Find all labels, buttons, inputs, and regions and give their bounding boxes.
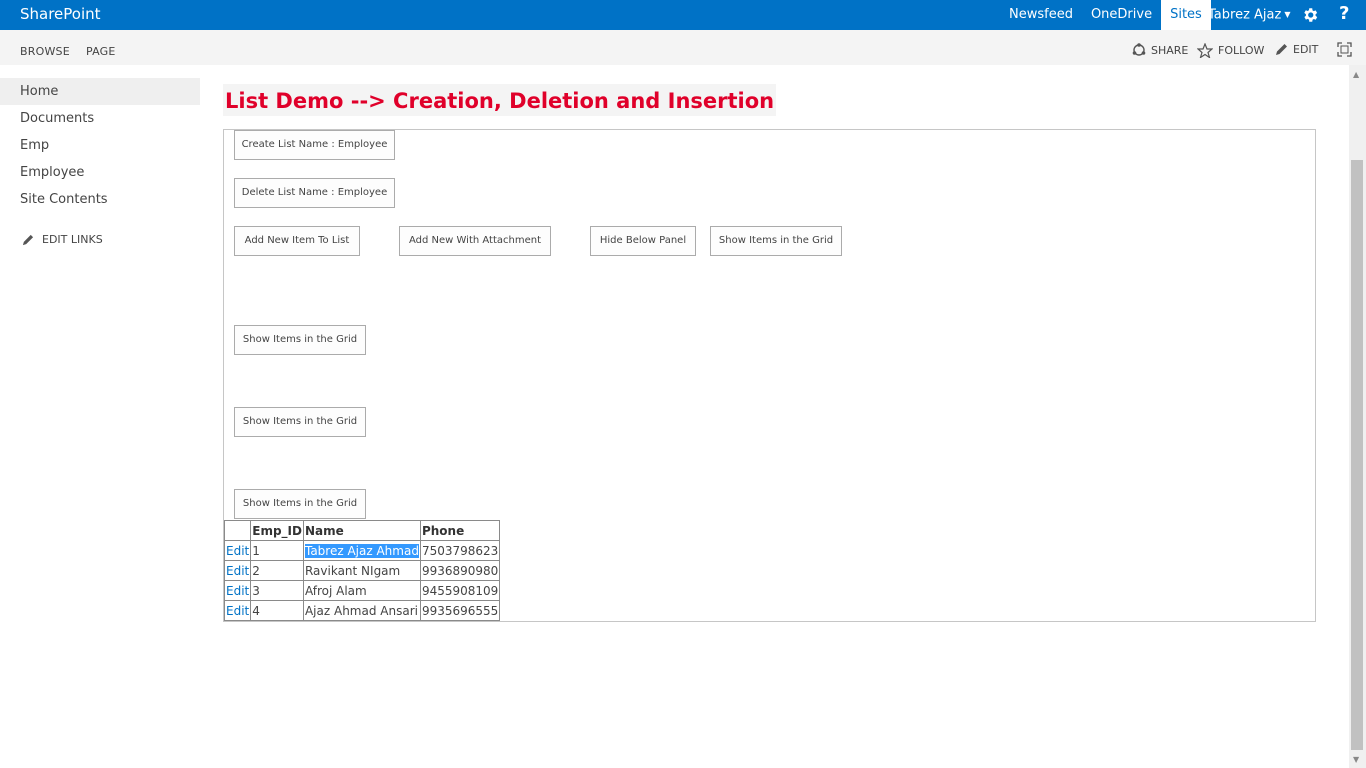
suite-link-onedrive[interactable]: OneDrive (1082, 0, 1161, 30)
ribbon: BROWSE PAGE SHARE FOLLOW EDIT (0, 30, 1366, 65)
sharepoint-brand[interactable]: SharePoint (20, 5, 101, 23)
phone-cell: 9455908109 (419, 580, 501, 601)
chevron-down-icon: ▼ (1284, 10, 1291, 19)
show-grid-button[interactable]: Show Items in the Grid (710, 226, 842, 256)
emp-id-cell: 3 (250, 580, 304, 601)
suite-links: Newsfeed OneDrive Sites (1000, 0, 1211, 30)
focus-on-content-icon[interactable] (1337, 42, 1352, 57)
table-row: Edit 4 Ajaz Ahmad Ansari 9935696555 (223, 600, 501, 621)
edit-link[interactable]: Edit (223, 560, 252, 581)
tab-page[interactable]: PAGE (86, 45, 116, 58)
grid-header-phone: Phone (419, 520, 501, 541)
phone-cell: 9935696555 (419, 600, 501, 621)
tab-browse[interactable]: BROWSE (20, 45, 70, 58)
share-button[interactable]: SHARE (1132, 43, 1188, 57)
edit-label: EDIT (1293, 43, 1319, 56)
emp-id-cell: 4 (250, 600, 304, 621)
grid-header-row: Emp_ID Name Phone (223, 520, 501, 541)
gear-icon[interactable] (1301, 6, 1319, 24)
employee-grid: Emp_ID Name Phone Edit 1 Tabrez Ajaz Ahm… (223, 520, 501, 621)
name-cell: Tabrez Ajaz Ahmad (302, 540, 421, 561)
phone-cell: 9936890980 (419, 560, 501, 581)
scrollbar-thumb[interactable] (1351, 160, 1363, 750)
suite-bar: SharePoint Newsfeed OneDrive Sites Tabre… (0, 0, 1366, 30)
selected-text: Tabrez Ajaz Ahmad (304, 543, 419, 558)
help-icon[interactable]: ? (1339, 3, 1349, 24)
star-icon (1197, 43, 1213, 58)
pencil-icon (1276, 44, 1287, 55)
show-grid-button[interactable]: Show Items in the Grid (234, 407, 366, 437)
hide-panel-button[interactable]: Hide Below Panel (590, 226, 696, 256)
pencil-icon (22, 234, 34, 245)
nav-item-site-contents[interactable]: Site Contents (0, 186, 200, 213)
nav-item-home[interactable]: Home (0, 78, 200, 105)
follow-button[interactable]: FOLLOW (1197, 43, 1264, 58)
scroll-up-icon[interactable]: ▲ (1353, 70, 1359, 79)
quick-launch: Home Documents Emp Employee Site Content… (0, 78, 200, 213)
name-cell: Ravikant NIgam (302, 560, 421, 581)
name-cell: Afroj Alam (302, 580, 421, 601)
table-row: Edit 2 Ravikant NIgam 9936890980 (223, 560, 501, 581)
edit-link[interactable]: Edit (223, 540, 252, 561)
grid-header-name: Name (302, 520, 421, 541)
share-icon (1132, 43, 1146, 56)
add-attachment-button[interactable]: Add New With Attachment (399, 226, 551, 256)
add-item-button[interactable]: Add New Item To List (234, 226, 360, 256)
edit-links-button[interactable]: EDIT LINKS (22, 233, 103, 246)
follow-label: FOLLOW (1218, 44, 1265, 57)
suite-link-sites[interactable]: Sites (1161, 0, 1211, 30)
nav-item-documents[interactable]: Documents (0, 105, 200, 132)
nav-item-emp[interactable]: Emp (0, 132, 200, 159)
vertical-scrollbar[interactable]: ▲ ▼ (1349, 65, 1366, 768)
table-row: Edit 3 Afroj Alam 9455908109 (223, 580, 501, 601)
show-grid-button[interactable]: Show Items in the Grid (234, 489, 366, 519)
name-cell: Ajaz Ahmad Ansari (302, 600, 421, 621)
edit-links-label: EDIT LINKS (42, 233, 103, 246)
user-name: Tabrez Ajaz (1208, 7, 1282, 23)
phone-cell: 7503798623 (419, 540, 501, 561)
table-row: Edit 1 Tabrez Ajaz Ahmad 7503798623 (223, 540, 501, 561)
share-label: SHARE (1151, 43, 1189, 57)
page-title: List Demo --> Creation, Deletion and Ins… (223, 84, 777, 116)
edit-link[interactable]: Edit (223, 600, 252, 621)
edit-page-button[interactable]: EDIT (1275, 43, 1318, 56)
edit-link[interactable]: Edit (223, 580, 252, 601)
create-list-button[interactable]: Create List Name : Employee (234, 130, 395, 160)
user-menu[interactable]: Tabrez Ajaz ▼ (1208, 0, 1290, 31)
grid-header-emp-id: Emp_ID (250, 520, 304, 541)
grid-header-action (223, 520, 252, 541)
nav-item-employee[interactable]: Employee (0, 159, 200, 186)
emp-id-cell: 2 (250, 560, 304, 581)
suite-link-newsfeed[interactable]: Newsfeed (1000, 0, 1082, 30)
content-panel: Create List Name : Employee Delete List … (223, 129, 1316, 622)
delete-list-button[interactable]: Delete List Name : Employee (234, 178, 395, 208)
scroll-down-icon[interactable]: ▼ (1353, 755, 1359, 764)
emp-id-cell: 1 (250, 540, 304, 561)
show-grid-button[interactable]: Show Items in the Grid (234, 325, 366, 355)
